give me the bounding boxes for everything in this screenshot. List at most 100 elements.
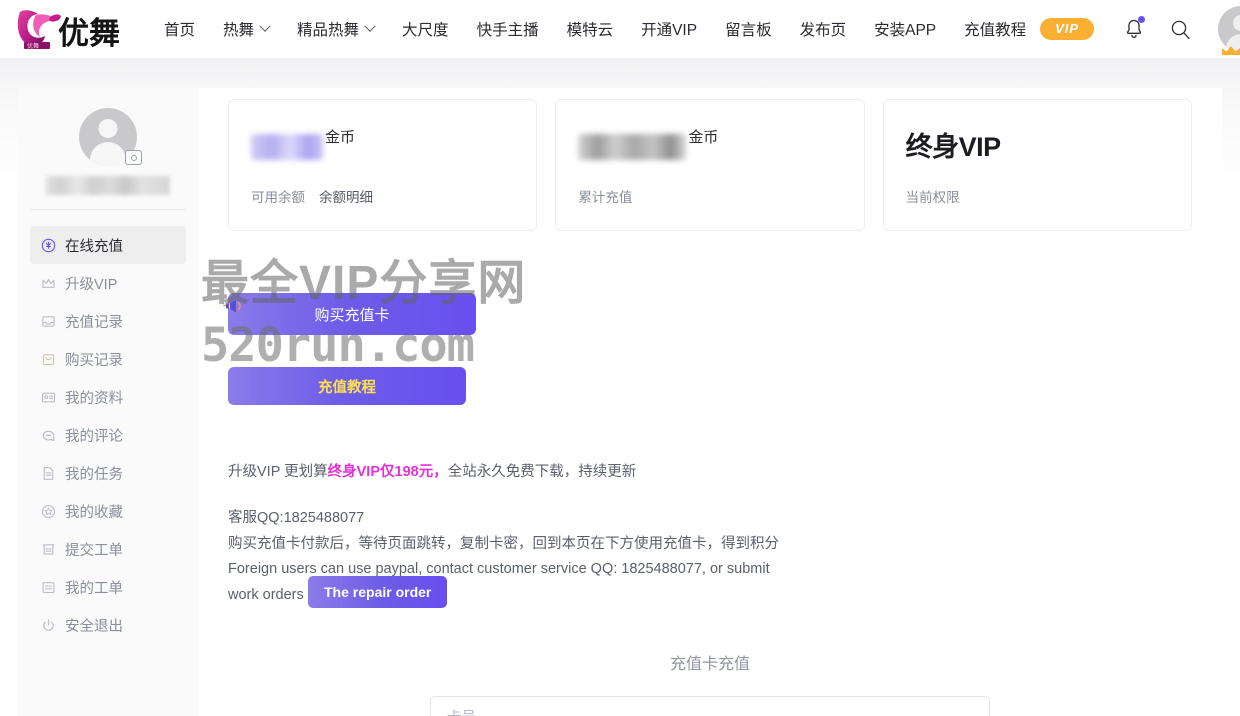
page-body: 在线充值 升级VIP 充值记录 购买记录 我的资料 我的评论 我的任务 我的收藏… <box>0 58 1240 716</box>
logo-icon: 优舞 优舞 <box>17 10 120 52</box>
recharge-card-section: 充值卡充值 <box>228 650 1192 716</box>
recharge-tutorial-label: 充值教程 <box>318 379 376 396</box>
stat-cards: 金币 可用余额 余额明细 金币 累计充值 终身VIP 当前权限 <box>228 88 1192 231</box>
username-redacted <box>46 176 170 195</box>
sidebar-item-my-tickets[interactable]: 我的工单 <box>30 568 186 606</box>
crown-icon <box>40 275 56 291</box>
promo-highlight: 终身VIP仅198元， <box>327 464 448 480</box>
instruction-line-en-2-text: work orders <box>228 586 304 603</box>
site-header: 优舞 优舞 首页 热舞 精品热舞 大尺度 快手主播 模特云 开通VIP 留言板 … <box>0 0 1240 58</box>
balance-card: 金币 可用余额 余额明细 <box>228 99 538 231</box>
avatar[interactable] <box>79 108 142 166</box>
nav-label: 留言板 <box>725 22 772 39</box>
chevron-down-icon <box>364 20 376 32</box>
comment-icon <box>40 427 56 443</box>
nav-item-5[interactable]: 模特云 <box>553 12 628 46</box>
sidebar-item-label: 安全退出 <box>65 618 123 635</box>
sidebar-item-label: 我的资料 <box>65 390 123 407</box>
svg-text:优舞: 优舞 <box>58 16 120 52</box>
balance-detail-link[interactable]: 余额明细 <box>319 186 373 206</box>
balance-unit: 金币 <box>325 129 356 146</box>
sidebar-item-label: 我的收藏 <box>65 504 123 521</box>
header-actions: VIP <box>1040 6 1240 55</box>
main-nav: 首页 热舞 精品热舞 大尺度 快手主播 模特云 开通VIP 留言板 发布页 安装… <box>150 12 1040 46</box>
avatar-head <box>98 119 118 138</box>
nav-item-7[interactable]: 留言板 <box>711 12 786 46</box>
balance-card-footer: 可用余额 余额明细 <box>251 186 516 206</box>
buy-recharge-card-label: 购买充值卡 <box>314 306 390 324</box>
repair-order-button[interactable]: The repair order <box>308 575 448 608</box>
vip-level-card-footer: 当前权限 <box>906 186 1171 206</box>
search-button[interactable] <box>1162 11 1198 47</box>
sidebar-item-online-recharge[interactable]: 在线充值 <box>30 226 186 264</box>
coin-icon <box>40 237 56 253</box>
recharge-tutorial-button[interactable]: 充值教程 <box>228 367 466 405</box>
balance-label: 可用余额 <box>251 190 305 205</box>
nav-item-1[interactable]: 热舞 <box>209 12 283 46</box>
avatar-head <box>1233 15 1240 31</box>
instruction-line-en-2: work orders The repair order <box>228 575 1192 608</box>
recharge-section-title: 充值卡充值 <box>669 655 750 673</box>
nav-item-9[interactable]: 安装APP <box>860 12 950 46</box>
total-recharge-label: 累计充值 <box>578 190 633 205</box>
nav-item-3[interactable]: 大尺度 <box>388 12 463 46</box>
svg-text:优舞: 优舞 <box>27 42 39 50</box>
nav-label: 开通VIP <box>641 22 698 39</box>
balance-value-row: 金币 <box>251 126 516 168</box>
info-section: 升级VIP 更划算终身VIP仅198元，全站永久免费下载，持续更新 客服QQ:1… <box>228 461 1192 608</box>
sidebar-item-purchase-records[interactable]: 购买记录 <box>30 340 186 378</box>
nav-item-10[interactable]: 充值教程 <box>950 12 1040 46</box>
nav-label: 精品热舞 <box>297 22 360 39</box>
sidebar-item-label: 我的工单 <box>65 580 123 597</box>
sidebar-item-logout[interactable]: 安全退出 <box>30 606 186 644</box>
promo-suffix: 全站永久免费下载，持续更新 <box>447 464 637 480</box>
avatar-body <box>90 142 126 166</box>
nav-label: 首页 <box>164 22 196 39</box>
main-content: 金币 可用余额 余额明细 金币 累计充值 终身VIP 当前权限 最全VIP分享网… <box>198 88 1222 716</box>
sidebar-item-label: 升级VIP <box>65 276 118 293</box>
nav-item-4[interactable]: 快手主播 <box>463 12 553 46</box>
sidebar-item-label: 我的评论 <box>65 428 123 445</box>
sidebar-item-submit-ticket[interactable]: 提交工单 <box>30 530 186 568</box>
sidebar-item-label: 充值记录 <box>65 314 123 331</box>
sidebar-item-my-profile[interactable]: 我的资料 <box>30 378 186 416</box>
sidebar-item-my-favorites[interactable]: 我的收藏 <box>30 492 186 530</box>
megaphone-icon <box>222 299 241 313</box>
ticket-icon <box>40 541 56 557</box>
total-recharge-value-redacted <box>578 134 687 160</box>
sidebar-item-my-comments[interactable]: 我的评论 <box>30 416 186 454</box>
sidebar-item-recharge-records[interactable]: 充值记录 <box>30 302 186 340</box>
sidebar-item-label: 在线充值 <box>65 238 123 255</box>
nav-label: 热舞 <box>223 22 255 39</box>
nav-item-2[interactable]: 精品热舞 <box>283 12 388 46</box>
inbox-icon <box>40 313 56 329</box>
nav-item-0[interactable]: 首页 <box>150 12 209 46</box>
site-logo[interactable]: 优舞 优舞 <box>14 5 122 53</box>
change-avatar-button[interactable] <box>125 150 142 165</box>
total-recharge-card: 金币 累计充值 <box>555 99 865 231</box>
user-sidebar: 在线充值 升级VIP 充值记录 购买记录 我的资料 我的评论 我的任务 我的收藏… <box>18 88 198 716</box>
crown-icon <box>1222 46 1240 55</box>
buy-recharge-card-button[interactable]: 购买充值卡 <box>222 293 476 335</box>
vip-badge[interactable]: VIP <box>1040 18 1095 40</box>
balance-value-redacted <box>251 134 323 160</box>
sidebar-item-label: 我的任务 <box>65 466 123 483</box>
nav-label: 快手主播 <box>476 22 539 39</box>
promo-prefix: 升级VIP 更划算 <box>228 464 328 480</box>
total-recharge-value-row: 金币 <box>578 126 843 168</box>
card-number-input[interactable] <box>430 695 990 716</box>
sidebar-item-my-tasks[interactable]: 我的任务 <box>30 454 186 492</box>
promo-line: 升级VIP 更划算终身VIP仅198元，全站永久免费下载，持续更新 <box>228 461 1192 483</box>
service-qq-line: 客服QQ:1825488077 <box>228 510 365 527</box>
sidebar-item-upgrade-vip[interactable]: 升级VIP <box>30 264 186 302</box>
sidebar-item-label: 购买记录 <box>65 352 123 369</box>
sidebar-item-label: 提交工单 <box>65 542 123 559</box>
nav-item-6[interactable]: 开通VIP <box>627 12 711 46</box>
power-icon <box>40 617 56 633</box>
nav-item-8[interactable]: 发布页 <box>786 12 861 46</box>
notification-button[interactable] <box>1116 11 1152 47</box>
total-recharge-card-footer: 累计充值 <box>578 186 843 206</box>
service-info: 客服QQ:1825488077 购买充值卡付款后，等待页面跳转，复制卡密，回到本… <box>228 507 1192 608</box>
camera-icon <box>130 154 137 161</box>
instruction-line-cn: 购买充值卡付款后，等待页面跳转，复制卡密，回到本页在下方使用充值卡，得到积分 <box>228 535 779 552</box>
